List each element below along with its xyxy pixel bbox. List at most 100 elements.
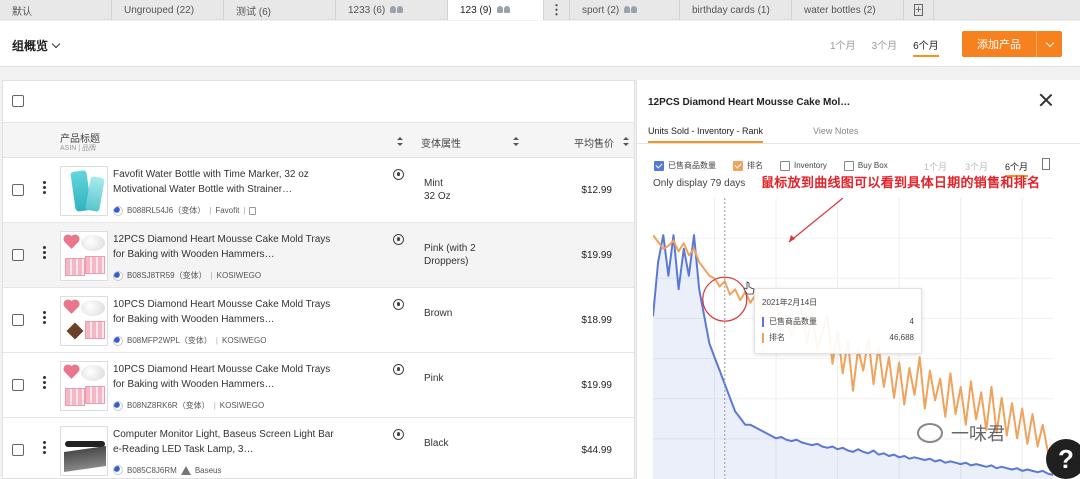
chart-legend: 已售商品数量 排名 Inventory Buy Box — [654, 160, 888, 171]
product-title[interactable]: 12PCS Diamond Heart Mousse Cake Mold Tra… — [113, 232, 335, 262]
product-title[interactable]: Favofit Water Bottle with Time Marker, 3… — [113, 167, 335, 197]
tooltip-label: 已售商品数量 — [769, 317, 817, 326]
tab-units-inventory-rank[interactable]: Units Sold - Inventory - Rank — [648, 126, 764, 143]
product-title[interactable]: Computer Monitor Light, Baseus Screen Li… — [113, 427, 335, 457]
group-tab-label: Ungrouped (22) — [124, 4, 195, 16]
product-brand: KOSIWEGO — [221, 336, 267, 345]
shared-users-icon — [496, 6, 511, 14]
group-tab[interactable]: 123 (9) — [448, 0, 544, 20]
column-header-variant[interactable]: 变体属性 — [421, 135, 461, 150]
sort-icon[interactable] — [623, 137, 629, 146]
product-title[interactable]: 10PCS Diamond Heart Mousse Cake Mold Tra… — [113, 297, 335, 327]
row-checkbox[interactable] — [12, 379, 24, 391]
product-thumbnail[interactable] — [60, 296, 108, 346]
product-thumbnail[interactable] — [60, 361, 108, 411]
tooltip-date: 2021年2月14日 — [762, 298, 818, 307]
table-row[interactable]: Computer Monitor Light, Baseus Screen Li… — [3, 418, 634, 479]
add-product-label: 添加产品 — [977, 39, 1021, 51]
row-menu-icon[interactable] — [43, 441, 46, 455]
product-price: $44.99 — [581, 445, 612, 456]
variant-icon[interactable] — [393, 429, 404, 440]
group-tab-label: water bottles (2) — [804, 4, 876, 16]
range-6m[interactable]: 6个月 — [913, 37, 939, 57]
legend-rank-checkbox[interactable] — [733, 160, 743, 171]
product-thumbnail[interactable] — [60, 166, 108, 216]
add-product-button[interactable]: 添加产品 — [962, 31, 1062, 57]
product-variant: Pink (with 2 Droppers) — [424, 243, 476, 267]
table-row[interactable]: Favofit Water Bottle with Time Marker, 3… — [3, 158, 634, 223]
product-table: 产品标题 ASIN | 品牌 变体属性 平均售价 Favofit Water B… — [2, 80, 635, 479]
variant-icon[interactable] — [393, 234, 404, 245]
product-asin[interactable]: B08NZ8RK6R（变体） — [127, 400, 210, 411]
help-button[interactable]: ? — [1046, 439, 1080, 479]
product-meta: B08MFP2WPL（变体） | KOSIWEGO — [113, 335, 266, 346]
range-3m[interactable]: 3个月 — [872, 37, 898, 57]
group-tab[interactable]: water bottles (2) — [792, 0, 904, 20]
lock-icon — [249, 206, 257, 215]
export-icon[interactable] — [1042, 158, 1050, 170]
column-header-price[interactable]: 平均售价 — [574, 135, 614, 150]
legend-inventory-checkbox[interactable] — [780, 160, 790, 171]
tab-menu-icon[interactable]: ⋮ — [544, 0, 570, 20]
hand-cursor-icon — [743, 281, 755, 295]
row-menu-icon[interactable] — [43, 181, 46, 195]
chart-tooltip: 2021年2月14日 已售商品数量 4 排名 46,688 — [754, 288, 922, 354]
watermark: 一味君 — [917, 420, 1005, 446]
variant-icon[interactable] — [393, 299, 404, 310]
product-brand: Baseus — [194, 465, 222, 475]
product-asin[interactable]: B085C8J6RM — [127, 466, 177, 475]
sort-icon[interactable] — [513, 137, 519, 146]
tooltip-label: 排名 — [769, 333, 785, 342]
legend-units-checkbox[interactable] — [654, 160, 664, 171]
group-tab[interactable]: sport (2) — [570, 0, 680, 20]
product-thumbnail[interactable] — [60, 231, 108, 281]
group-tab[interactable]: 默认 — [0, 0, 112, 20]
row-menu-icon[interactable] — [43, 376, 46, 390]
group-tab[interactable]: 1233 (6) — [336, 0, 448, 20]
group-tab[interactable]: birthday cards (1) — [680, 0, 792, 20]
table-toolbar — [3, 81, 634, 123]
range-1m[interactable]: 1个月 — [830, 37, 856, 57]
group-tab[interactable]: Ungrouped (22) — [112, 0, 224, 20]
group-tab-label: 默认 — [12, 6, 32, 18]
tooltip-row-units: 已售商品数量 4 — [762, 316, 914, 327]
table-row[interactable]: 10PCS Diamond Heart Mousse Cake Mold Tra… — [3, 288, 634, 353]
legend-buybox-checkbox[interactable] — [843, 160, 854, 171]
select-all-checkbox[interactable] — [12, 95, 24, 107]
group-tab-bar: 默认 Ungrouped (22) 测试 (6) 1233 (6) 123 (9) ⋮ sp… — [0, 0, 1080, 20]
tooltip-row-rank: 排名 46,688 — [762, 332, 914, 343]
us-flag-icon — [113, 465, 123, 475]
variant-icon[interactable] — [393, 364, 404, 375]
chevron-down-icon — [1045, 38, 1054, 47]
row-checkbox[interactable] — [12, 444, 24, 456]
table-row[interactable]: 10PCS Diamond Heart Mousse Cake Mold Tra… — [3, 353, 634, 418]
tab-view-notes[interactable]: View Notes — [813, 126, 858, 136]
group-overview-dropdown[interactable]: 组概览 — [12, 37, 61, 54]
add-tab-button[interactable]: + — [904, 0, 934, 20]
column-header-subtitle: ASIN | 品牌 — [60, 145, 97, 152]
add-product-dropdown[interactable] — [1036, 31, 1062, 57]
row-checkbox[interactable] — [12, 314, 24, 326]
row-menu-icon[interactable] — [43, 311, 46, 325]
close-icon[interactable] — [1039, 93, 1053, 107]
row-checkbox[interactable] — [12, 184, 24, 196]
product-brand: Favofit — [215, 206, 240, 215]
product-meta: B08NZ8RK6R（变体） | KOSIWEGO — [113, 400, 264, 411]
time-range-selector: 1个月 3个月 6个月 — [830, 37, 939, 57]
product-meta: B085C8J6RM Baseus — [113, 465, 222, 475]
variant-icon[interactable] — [393, 169, 404, 180]
table-row[interactable]: 12PCS Diamond Heart Mousse Cake Mold Tra… — [3, 223, 634, 288]
plus-icon: + — [914, 3, 923, 16]
row-menu-icon[interactable] — [43, 246, 46, 260]
row-checkbox[interactable] — [12, 249, 24, 261]
warning-icon — [180, 465, 191, 475]
product-thumbnail[interactable] — [60, 426, 108, 476]
product-asin[interactable]: B08SJ8TR59（变体） — [127, 270, 207, 281]
shared-users-icon — [390, 6, 404, 14]
group-tab-label: 1233 (6) — [348, 4, 386, 16]
product-asin[interactable]: B088RL54J6（变体） — [127, 205, 205, 216]
product-title[interactable]: 10PCS Diamond Heart Mousse Cake Mold Tra… — [113, 362, 335, 392]
product-asin[interactable]: B08MFP2WPL（变体） — [127, 335, 212, 346]
group-tab[interactable]: 测试 (6) — [224, 0, 336, 20]
sort-icon[interactable] — [397, 137, 403, 146]
